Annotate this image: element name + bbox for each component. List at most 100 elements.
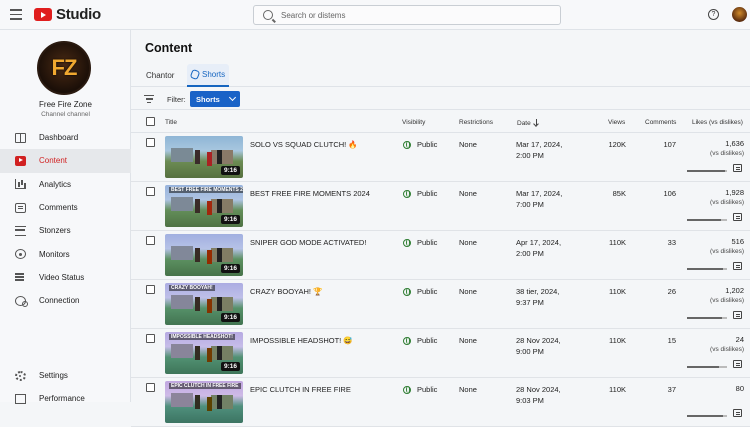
sidebar-item-label: Performance <box>39 394 85 404</box>
table-row[interactable]: BEST FREE FIRE MOMENTS 2024 9:16 BEST FR… <box>131 182 750 231</box>
sidebar-item-analytics[interactable]: Analytics <box>0 173 131 196</box>
sidebar: FZ Free Fire Zone Channel channel Dashbo… <box>0 30 131 404</box>
sidebar-item-dashboard[interactable]: Dashboard <box>0 126 131 149</box>
sidebar-item-label: Dashboard <box>39 133 79 143</box>
app-name: Studio <box>56 6 101 23</box>
select-all-checkbox[interactable] <box>146 117 155 126</box>
header-visibility[interactable]: Visibility <box>402 119 425 126</box>
visibility-cell[interactable]: Public <box>403 287 437 296</box>
table-row[interactable]: 9:16 SNIPER GOD MODE ACTIVATED! Public N… <box>131 231 750 280</box>
sidebar-item-settings[interactable]: Settings <box>0 364 131 387</box>
comment-icon[interactable] <box>733 213 742 221</box>
like-ratio-bar <box>687 415 727 417</box>
content-tabs: Chantor Shorts <box>131 64 750 87</box>
video-thumbnail[interactable]: 9:16 <box>165 136 243 178</box>
comment-icon[interactable] <box>733 311 742 319</box>
filter-icon[interactable] <box>144 95 154 103</box>
table-body: 9:16 SOLO VS SQUAD CLUTCH! 🔥 Public None… <box>131 133 750 427</box>
account-avatar[interactable] <box>732 7 747 22</box>
table-row[interactable]: IMPOSSIBLE HEADSHOT! 9:16 IMPOSSIBLE HEA… <box>131 329 750 378</box>
header-title[interactable]: Title <box>165 119 177 126</box>
header-restrictions[interactable]: Restrictions <box>459 119 493 126</box>
video-title[interactable]: EPIC CLUTCH IN FREE FIRE <box>250 385 351 394</box>
likes-cell: 80 <box>686 384 744 394</box>
likes-count: 1,202 <box>725 286 744 295</box>
help-icon[interactable]: ? <box>708 9 719 20</box>
row-checkbox[interactable] <box>146 138 155 147</box>
visibility-cell[interactable]: Public <box>403 140 437 149</box>
date-line: 38 tier, 2024, <box>516 287 560 296</box>
sidebar-item-monitors[interactable]: Monitors <box>0 242 131 265</box>
menu-icon[interactable] <box>10 9 22 20</box>
video-thumbnail[interactable]: CRAZY BOOYAH! 9:16 <box>165 283 243 325</box>
sidebar-item-content[interactable]: Content <box>0 149 131 173</box>
video-thumbnail[interactable]: IMPOSSIBLE HEADSHOT! 9:16 <box>165 332 243 374</box>
video-title[interactable]: IMPOSSIBLE HEADSHOT! 😅 <box>250 336 353 345</box>
filter-chip-shorts[interactable]: Shorts <box>190 91 240 107</box>
row-checkbox[interactable] <box>146 383 155 392</box>
sidebar-item-label: Video Status <box>39 272 85 282</box>
sidebar-item-comments[interactable]: Comments <box>0 196 131 219</box>
row-checkbox[interactable] <box>146 187 155 196</box>
thumbnail-figures <box>195 346 200 360</box>
row-checkbox[interactable] <box>146 236 155 245</box>
video-thumbnail[interactable]: 9:16 <box>165 234 243 276</box>
sidebar-item-label: Content <box>39 156 68 166</box>
video-thumbnail[interactable]: EPIC CLUTCH IN FREE FIRE <box>165 381 243 423</box>
monitor-icon <box>15 249 26 260</box>
channel-avatar[interactable]: FZ <box>37 41 91 95</box>
comment-icon[interactable] <box>733 360 742 368</box>
studio-logo[interactable]: Studio <box>34 6 101 23</box>
search-input[interactable] <box>281 10 541 20</box>
row-checkbox[interactable] <box>146 334 155 343</box>
visibility-cell[interactable]: Public <box>403 385 437 394</box>
thumbnail-scene <box>171 148 193 162</box>
sidebar-item-connection[interactable]: Connection <box>0 289 131 312</box>
thumbnail-scene <box>171 295 193 309</box>
duration-badge: 9:16 <box>220 313 240 322</box>
visibility-cell[interactable]: Public <box>403 189 437 198</box>
visibility-label: Public <box>417 336 438 345</box>
table-row[interactable]: 9:16 SOLO VS SQUAD CLUTCH! 🔥 Public None… <box>131 133 750 182</box>
tab-chantor[interactable]: Chantor <box>146 64 174 87</box>
table-row[interactable]: EPIC CLUTCH IN FREE FIRE EPIC CLUTCH IN … <box>131 378 750 427</box>
gear-icon <box>15 370 26 381</box>
comment-icon[interactable] <box>733 409 742 417</box>
tab-shorts[interactable]: Shorts <box>187 64 230 87</box>
header-views[interactable]: Views <box>608 119 625 126</box>
header-comments[interactable]: Comments <box>645 119 676 126</box>
like-ratio-fill <box>687 219 721 221</box>
comment-icon[interactable] <box>733 262 742 270</box>
dashboard-icon <box>15 132 26 143</box>
comment-icon[interactable] <box>733 164 742 172</box>
visibility-label: Public <box>417 140 438 149</box>
video-title[interactable]: SOLO VS SQUAD CLUTCH! 🔥 <box>250 140 358 149</box>
sidebar-item-label: Analytics <box>39 179 72 189</box>
comments-cell: 107 <box>663 140 676 149</box>
search-icon <box>263 10 273 20</box>
search-box[interactable] <box>253 5 561 25</box>
header-likes[interactable]: Likes (vs dislikes) <box>692 119 743 126</box>
sidebar-item-video-status[interactable]: Video Status <box>0 266 131 289</box>
like-ratio-bar <box>687 170 727 172</box>
date-line: Apr 17, 2024, <box>516 238 562 247</box>
likes-cell: 516 (vs dislikes) <box>686 237 744 257</box>
row-checkbox[interactable] <box>146 285 155 294</box>
header-date[interactable]: Date <box>517 119 539 127</box>
table-row[interactable]: CRAZY BOOYAH! 9:16 CRAZY BOOYAH! 🏆 Publi… <box>131 280 750 329</box>
visibility-cell[interactable]: Public <box>403 238 437 247</box>
video-title[interactable]: CRAZY BOOYAH! 🏆 <box>250 287 322 296</box>
thumbnail-caption: CRAZY BOOYAH! <box>169 285 215 291</box>
comments-cell: 106 <box>663 189 676 198</box>
sidebar-item-performance[interactable]: Performance <box>0 387 131 410</box>
channel-initials: FZ <box>51 55 78 80</box>
video-thumbnail[interactable]: BEST FREE FIRE MOMENTS 2024 9:16 <box>165 185 243 227</box>
video-title[interactable]: BEST FREE FIRE MOMENTS 2024 <box>250 189 370 198</box>
video-title[interactable]: SNIPER GOD MODE ACTIVATED! <box>250 238 366 247</box>
filter-bar: Filter: Shorts <box>131 88 750 110</box>
comments-cell: 37 <box>667 385 676 394</box>
restrictions-cell: None <box>459 140 477 149</box>
visibility-cell[interactable]: Public <box>403 336 437 345</box>
thumbnail-figures <box>195 150 200 164</box>
sidebar-item-stonzers[interactable]: Stonzers <box>0 219 131 242</box>
